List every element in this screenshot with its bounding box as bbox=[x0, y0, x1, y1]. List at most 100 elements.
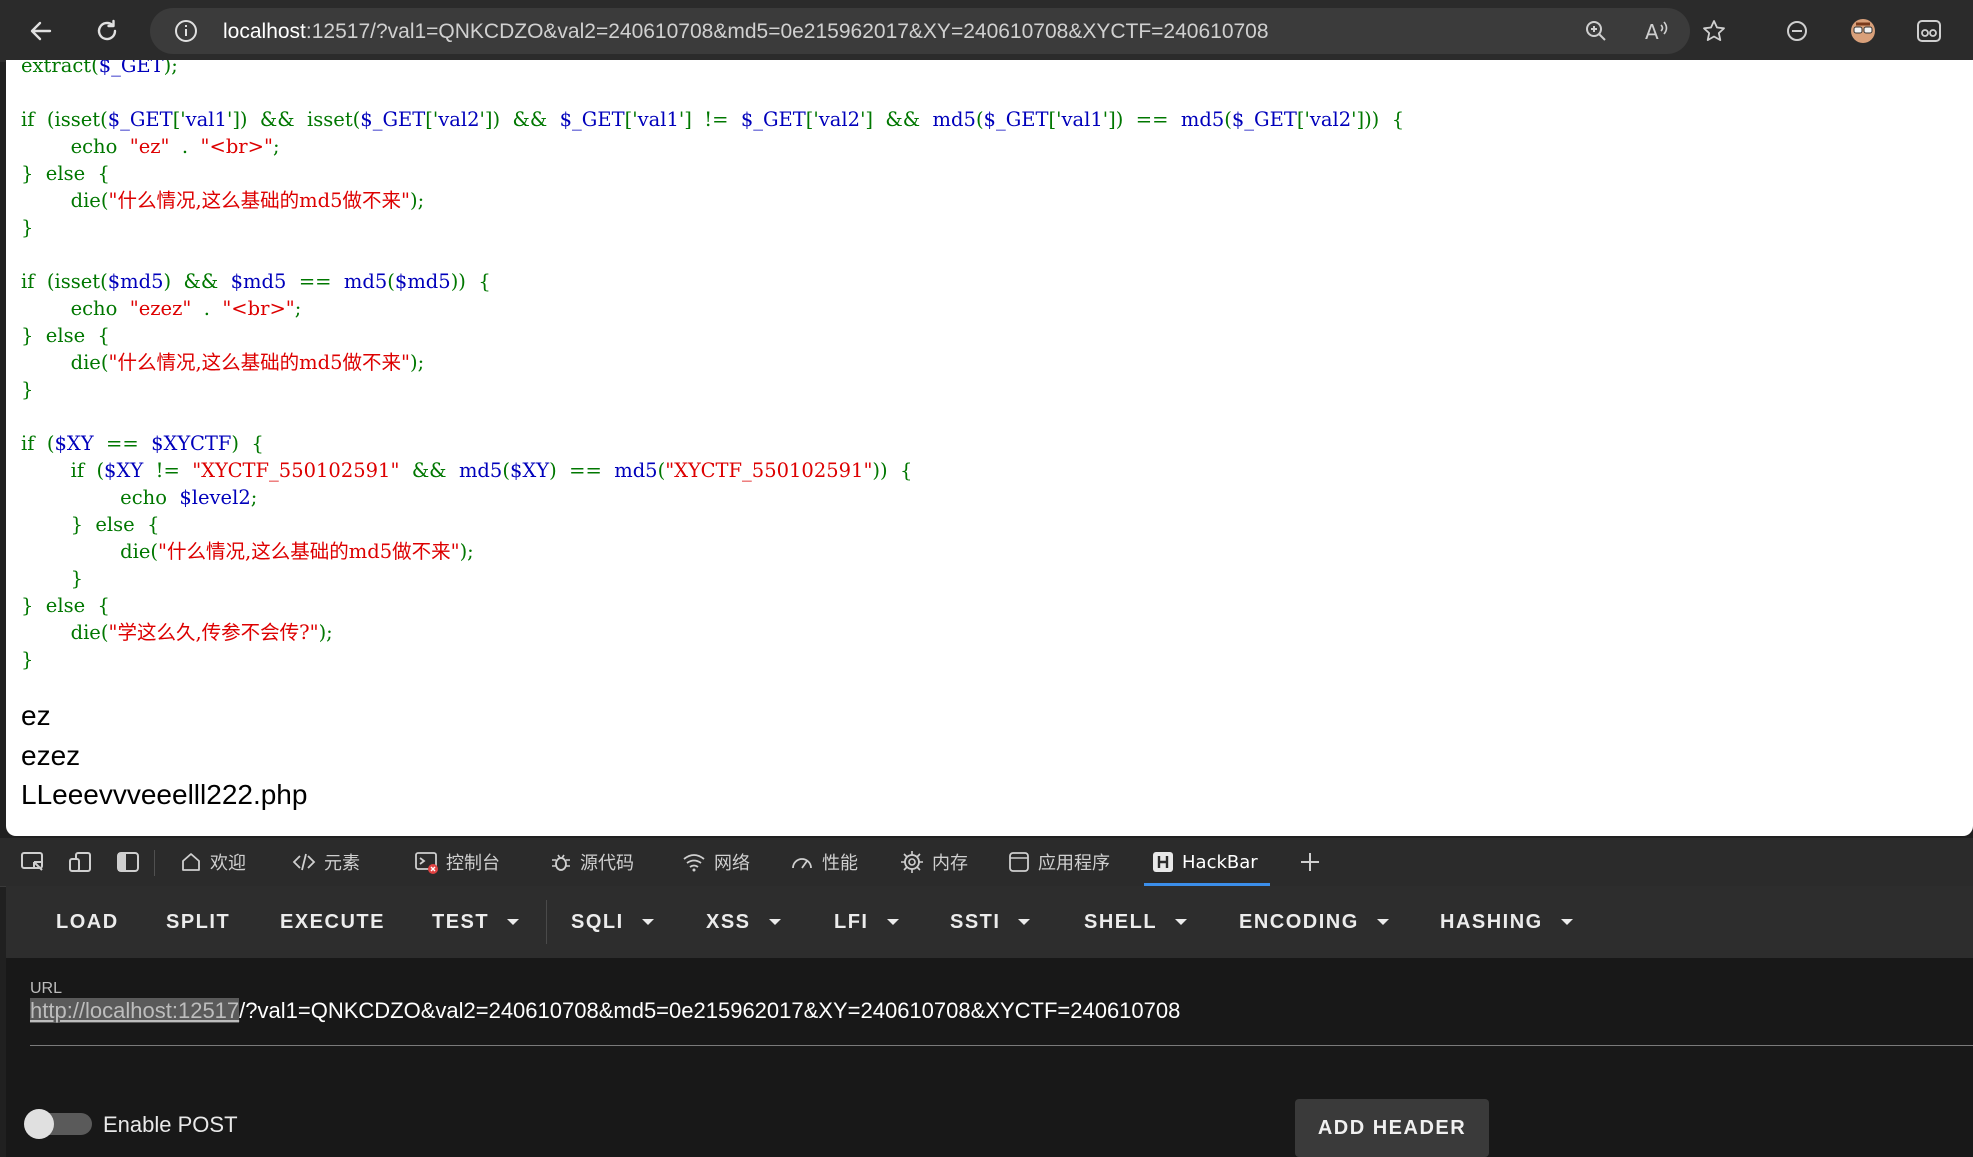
code-line: if (isset($md5) && $md5 == md5($md5)) { bbox=[21, 270, 491, 293]
code-token: $_GET bbox=[1231, 108, 1297, 131]
code-line: echo "ezez" . "<br>"; bbox=[21, 297, 302, 320]
zoom-icon[interactable] bbox=[1584, 19, 1608, 43]
code-token: ); bbox=[410, 351, 425, 374]
circle-minus-icon bbox=[1787, 21, 1807, 41]
code-token: md5 bbox=[458, 459, 503, 482]
code-token: $_GET bbox=[107, 108, 173, 131]
code-token: val1 bbox=[1061, 108, 1103, 131]
profile-button[interactable] bbox=[1844, 12, 1882, 50]
tab-console[interactable]: 控制台 bbox=[414, 838, 500, 886]
code-token: ( bbox=[502, 459, 510, 482]
sqli-button[interactable]: SQLI bbox=[571, 886, 654, 958]
php-source-code: extract($_GET); if (isset($_GET['val1'])… bbox=[21, 60, 1404, 673]
toolbar-divider bbox=[546, 900, 547, 944]
tab-bug[interactable]: 源代码 bbox=[550, 838, 634, 886]
code-token: $level2 bbox=[179, 486, 251, 509]
hackbar-panel: URL http://localhost:12517/?val1=QNKCDZO… bbox=[6, 958, 1973, 1157]
minimize-tabs-button[interactable] bbox=[1778, 12, 1816, 50]
add-tab-icon[interactable] bbox=[1298, 850, 1322, 874]
tab-chip[interactable]: 内存 bbox=[900, 838, 968, 886]
lfi-button[interactable]: LFI bbox=[834, 886, 899, 958]
tab-code[interactable]: 元素 bbox=[292, 838, 360, 886]
url-input[interactable]: http://localhost:12517/?val1=QNKCDZO&val… bbox=[30, 998, 1180, 1024]
code-token: ']) && bbox=[479, 108, 560, 131]
extensions-button[interactable] bbox=[1910, 12, 1948, 50]
tab-home[interactable]: 欢迎 bbox=[180, 838, 246, 886]
code-token: '] != bbox=[678, 108, 741, 131]
code-line: if (isset($_GET['val1']) && isset($_GET[… bbox=[21, 108, 1404, 131]
code-line: } bbox=[21, 567, 83, 590]
chip-icon bbox=[900, 850, 924, 874]
code-token: $md5 bbox=[107, 270, 164, 293]
code-token: . bbox=[191, 297, 223, 320]
code-token: == bbox=[93, 432, 152, 455]
code-line: } else { bbox=[21, 162, 110, 185]
code-token: $_GET bbox=[559, 108, 625, 131]
reload-button[interactable] bbox=[88, 12, 126, 50]
code-token: $_GET bbox=[983, 108, 1049, 131]
button-label: TEST bbox=[432, 910, 490, 933]
address-text[interactable]: localhost:12517/?val1=QNKCDZO&val2=24061… bbox=[223, 20, 1269, 44]
code-token: "XYCTF_550102591" bbox=[192, 459, 400, 482]
tab-label: 网络 bbox=[714, 853, 750, 874]
code-line: if ($XY == $XYCTF) { bbox=[21, 432, 264, 455]
code-token: if ( bbox=[21, 432, 55, 455]
code-line: } else { bbox=[21, 513, 160, 536]
code-token: [' bbox=[1296, 108, 1310, 131]
hashing-button[interactable]: HASHING bbox=[1440, 886, 1573, 958]
code-token: ; bbox=[250, 486, 258, 509]
enable-post-label: Enable POST bbox=[103, 1112, 238, 1137]
code-line: if ($XY != "XYCTF_550102591" && md5($XY)… bbox=[21, 459, 913, 482]
split-button[interactable]: SPLIT bbox=[166, 886, 230, 958]
tab-label: 控制台 bbox=[446, 853, 500, 874]
code-token: )) { bbox=[872, 459, 913, 482]
code-token: "什么情况,这么基础的md5做不来" bbox=[158, 540, 460, 563]
code-token: $md5 bbox=[394, 270, 451, 293]
enable-post-toggle[interactable] bbox=[24, 1109, 92, 1139]
tab-hackbar[interactable]: HackBar bbox=[1144, 838, 1270, 886]
caret-down-icon bbox=[1560, 919, 1573, 925]
code-token: ); bbox=[163, 60, 178, 77]
device-emulation-icon[interactable] bbox=[68, 850, 94, 874]
caret-down-icon bbox=[507, 919, 520, 925]
read-aloud-icon[interactable]: A bbox=[1644, 19, 1670, 43]
code-token: ( bbox=[975, 108, 984, 131]
code-token: '] && bbox=[860, 108, 933, 131]
load-button[interactable]: LOAD bbox=[56, 886, 119, 958]
button-label: XSS bbox=[706, 910, 751, 933]
button-label: LFI bbox=[834, 910, 869, 933]
reload-icon bbox=[97, 19, 117, 41]
glasses-icon bbox=[1917, 20, 1941, 42]
tab-label: 性能 bbox=[822, 853, 858, 874]
encoding-button[interactable]: ENCODING bbox=[1239, 886, 1389, 958]
tab-app-window[interactable]: 应用程序 bbox=[1008, 838, 1110, 886]
code-token: ( bbox=[387, 270, 395, 293]
back-button[interactable] bbox=[22, 12, 60, 50]
code-token: val2 bbox=[438, 108, 480, 131]
code-line: } else { bbox=[21, 324, 110, 347]
execute-button[interactable]: EXECUTE bbox=[280, 886, 385, 958]
shell-button[interactable]: SHELL bbox=[1084, 886, 1188, 958]
code-line: echo "ez" . "<br>"; bbox=[21, 135, 280, 158]
xss-button[interactable]: XSS bbox=[706, 886, 781, 958]
address-bar[interactable]: localhost:12517/?val1=QNKCDZO&val2=24061… bbox=[150, 8, 1725, 54]
code-token: die( bbox=[21, 189, 109, 212]
favorite-star-icon[interactable] bbox=[1702, 19, 1726, 43]
code-token: "ezez" bbox=[129, 297, 192, 320]
code-token: $XY bbox=[54, 432, 94, 455]
inspect-element-icon[interactable] bbox=[20, 850, 46, 874]
button-label: SHELL bbox=[1084, 910, 1158, 933]
code-token: md5 bbox=[614, 459, 658, 482]
dock-side-icon[interactable] bbox=[116, 850, 140, 874]
code-token: . bbox=[169, 135, 201, 158]
add-header-button[interactable]: ADD HEADER bbox=[1295, 1099, 1489, 1157]
code-token: $XY bbox=[104, 459, 144, 482]
code-token: == bbox=[286, 270, 344, 293]
code-token: $XYCTF bbox=[151, 432, 232, 455]
info-icon[interactable] bbox=[174, 19, 198, 43]
tab-gauge[interactable]: 性能 bbox=[790, 838, 858, 886]
ssti-button[interactable]: SSTI bbox=[950, 886, 1031, 958]
code-token: "什么情况,这么基础的md5做不来" bbox=[108, 189, 410, 212]
test-button[interactable]: TEST bbox=[432, 886, 520, 958]
tab-wifi[interactable]: 网络 bbox=[682, 838, 750, 886]
